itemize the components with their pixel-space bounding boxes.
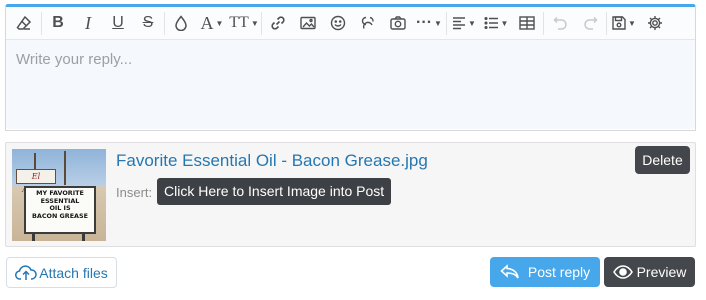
italic-button[interactable]: I bbox=[73, 9, 103, 37]
attachment-thumbnail[interactable]: El Arroyo MY FAVORITE ESSENTIAL OIL IS B… bbox=[12, 149, 106, 241]
editor-frame: B I U S A ▼ TT ▼ ··· ▼ ▼ ▼ ▼ Write your … bbox=[5, 4, 696, 131]
font-size-label: TT bbox=[229, 14, 249, 31]
insert-label: Insert: bbox=[116, 185, 153, 200]
image-icon bbox=[300, 16, 316, 30]
preview-label: Preview bbox=[636, 264, 687, 280]
toolbar-divider bbox=[606, 11, 607, 35]
eraser-icon bbox=[16, 15, 32, 30]
insert-image-tooltip[interactable]: Click Here to Insert Image into Post bbox=[157, 178, 392, 205]
sign-board: MY FAVORITE ESSENTIAL OIL IS BACON GREAS… bbox=[24, 186, 96, 234]
eye-icon bbox=[612, 265, 633, 279]
underline-button[interactable]: U bbox=[103, 9, 133, 37]
gif-icon bbox=[361, 16, 374, 29]
redo-icon bbox=[583, 16, 598, 30]
attach-files-button[interactable]: Attach files bbox=[6, 257, 117, 288]
toolbar-divider bbox=[446, 11, 447, 35]
table-button[interactable] bbox=[512, 9, 542, 37]
more-options-button[interactable]: ··· ▼ bbox=[413, 9, 445, 37]
list-button[interactable]: ▼ bbox=[480, 9, 512, 37]
droplet-icon bbox=[175, 15, 187, 31]
camera-icon bbox=[390, 16, 406, 30]
undo-button[interactable] bbox=[545, 9, 575, 37]
smilies-button[interactable] bbox=[323, 9, 353, 37]
post-reply-button[interactable]: Post reply bbox=[490, 257, 600, 287]
toolbar-divider bbox=[41, 11, 42, 35]
sign-line: BACON GREASE bbox=[32, 211, 88, 220]
editor-placeholder: Write your reply... bbox=[16, 51, 133, 68]
bold-button[interactable]: B bbox=[43, 9, 73, 37]
font-family-button[interactable]: A ▼ bbox=[196, 9, 228, 37]
preview-button[interactable]: Preview bbox=[604, 257, 695, 287]
chevron-down-icon: ▼ bbox=[250, 18, 259, 28]
attachment-file-name[interactable]: Favorite Essential Oil - Bacon Grease.jp… bbox=[116, 151, 428, 171]
strikethrough-button[interactable]: S bbox=[133, 9, 163, 37]
table-icon bbox=[519, 16, 535, 30]
toolbar-divider bbox=[261, 11, 262, 35]
gif-button[interactable] bbox=[353, 9, 383, 37]
post-reply-label: Post reply bbox=[527, 264, 591, 280]
sign-post bbox=[32, 234, 35, 241]
media-button[interactable] bbox=[383, 9, 413, 37]
toolbar-divider bbox=[543, 11, 544, 35]
toolbar-divider bbox=[164, 11, 165, 35]
attachment-panel: El Arroyo MY FAVORITE ESSENTIAL OIL IS B… bbox=[5, 142, 696, 247]
insert-image-button[interactable] bbox=[293, 9, 323, 37]
list-icon bbox=[483, 16, 498, 30]
save-icon bbox=[612, 16, 626, 30]
smiley-icon bbox=[330, 15, 346, 31]
link-icon bbox=[271, 16, 285, 30]
align-button[interactable]: ▼ bbox=[448, 9, 480, 37]
sign-post bbox=[82, 234, 85, 241]
attach-files-label: Attach files bbox=[39, 264, 108, 281]
remove-format-button[interactable] bbox=[8, 9, 40, 37]
more-options-label: ··· bbox=[416, 14, 433, 31]
chevron-down-icon: ▼ bbox=[468, 18, 476, 28]
upload-cloud-icon bbox=[15, 264, 38, 280]
drafts-button[interactable]: ▼ bbox=[608, 9, 640, 37]
reply-editor[interactable]: Write your reply... bbox=[6, 40, 695, 129]
chevron-down-icon: ▼ bbox=[215, 18, 224, 28]
editor-toolbar: B I U S A ▼ TT ▼ ··· ▼ ▼ ▼ ▼ bbox=[6, 7, 695, 40]
gear-icon bbox=[648, 16, 662, 30]
chevron-down-icon: ▼ bbox=[434, 18, 442, 28]
text-color-button[interactable] bbox=[166, 9, 196, 37]
palm-tree-trunk bbox=[64, 151, 66, 185]
chevron-down-icon: ▼ bbox=[628, 18, 636, 28]
font-family-label: A bbox=[200, 12, 214, 33]
delete-attachment-button[interactable]: Delete bbox=[635, 146, 690, 174]
chevron-down-icon: ▼ bbox=[500, 18, 509, 28]
sign-header: El Arroyo bbox=[16, 169, 56, 194]
undo-icon bbox=[552, 16, 567, 30]
settings-button[interactable] bbox=[640, 9, 670, 37]
align-icon bbox=[453, 17, 466, 30]
font-size-button[interactable]: TT ▼ bbox=[228, 9, 260, 37]
insert-link-button[interactable] bbox=[263, 9, 293, 37]
reply-icon bbox=[500, 264, 519, 279]
redo-button[interactable] bbox=[575, 9, 605, 37]
